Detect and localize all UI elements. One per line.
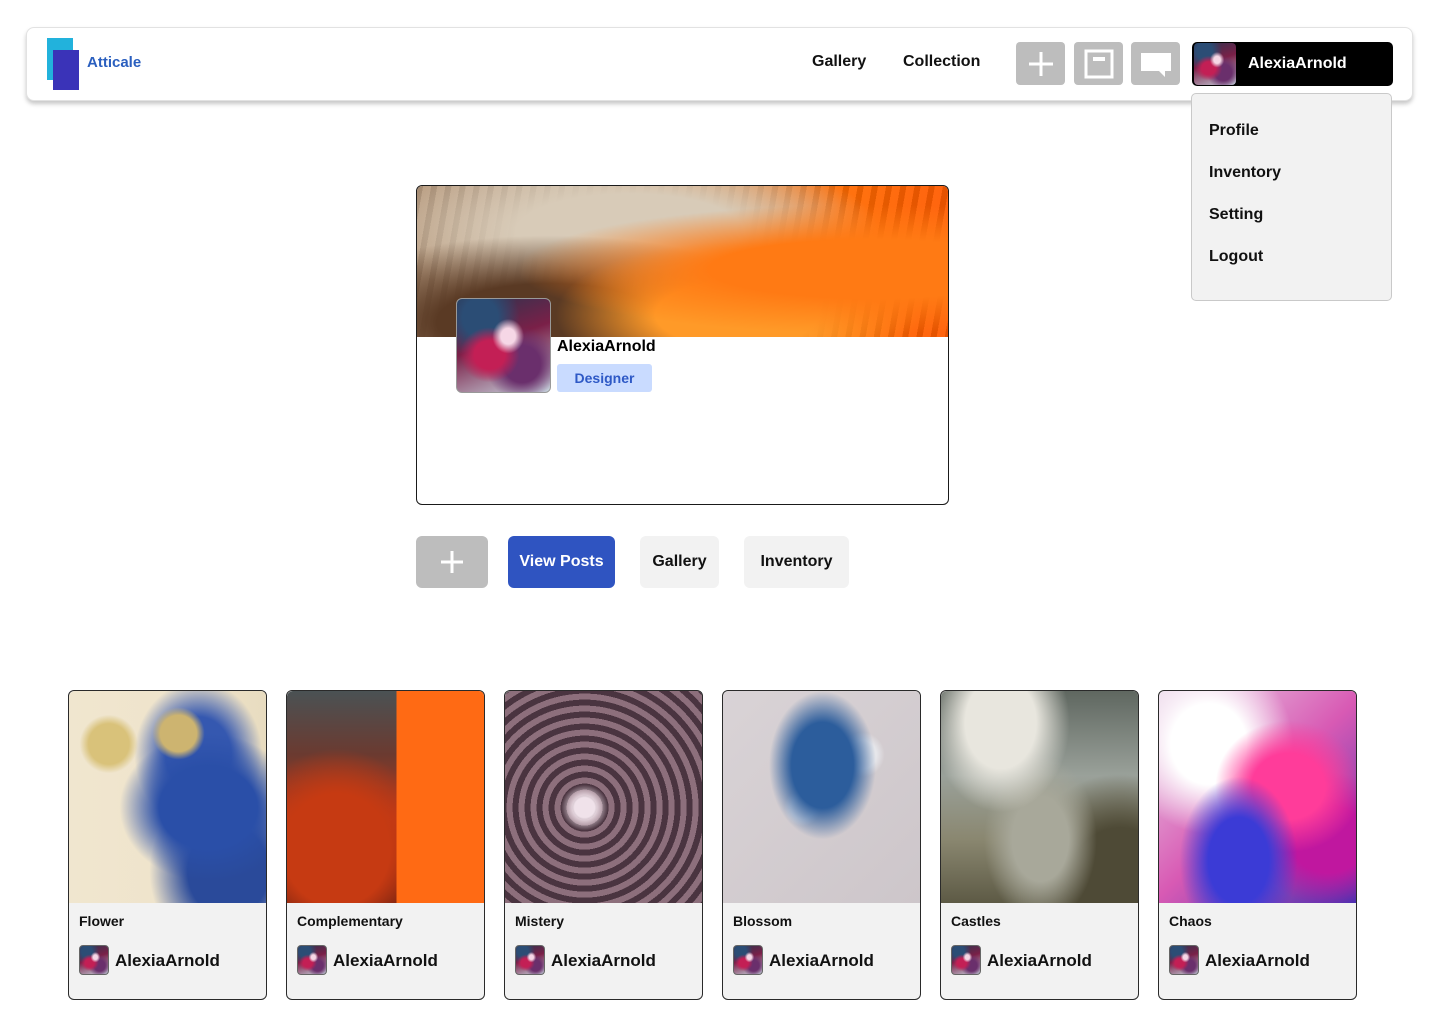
menu-item-setting[interactable]: Setting (1209, 206, 1263, 224)
atticale-logo-icon[interactable] (47, 38, 81, 91)
menu-item-logout[interactable]: Logout (1209, 248, 1263, 266)
post-image (941, 691, 1138, 903)
avatar (1194, 43, 1236, 85)
frame-button[interactable] (1074, 42, 1123, 85)
user-dropdown-menu: Profile Inventory Setting Logout (1191, 93, 1392, 301)
view-posts-button[interactable]: View Posts (508, 536, 615, 588)
plus-icon (441, 551, 463, 573)
post-card[interactable]: Chaos AlexiaArnold (1158, 690, 1357, 1000)
author-avatar (951, 945, 981, 975)
post-author: AlexiaArnold (551, 951, 656, 970)
post-card[interactable]: Mistery AlexiaArnold (504, 690, 703, 1000)
post-title: Complementary (297, 913, 403, 929)
post-image (1159, 691, 1356, 903)
inventory-tab-button[interactable]: Inventory (744, 536, 849, 588)
post-card[interactable]: Castles AlexiaArnold (940, 690, 1139, 1000)
author-avatar (79, 945, 109, 975)
author-avatar (1169, 945, 1199, 975)
post-card[interactable]: Complementary AlexiaArnold (286, 690, 485, 1000)
profile-name: AlexiaArnold (557, 338, 656, 355)
add-button[interactable] (416, 536, 488, 588)
messages-button[interactable] (1131, 42, 1180, 85)
user-name: AlexiaArnold (1248, 55, 1347, 72)
post-image (69, 691, 266, 903)
post-card[interactable]: Flower AlexiaArnold (68, 690, 267, 1000)
profile-card: AlexiaArnold Designer (416, 185, 949, 505)
chat-icon (1140, 52, 1171, 77)
frame-icon (1084, 49, 1113, 78)
post-title: Mistery (515, 913, 565, 929)
post-title: Blossom (733, 913, 793, 929)
post-author: AlexiaArnold (1205, 951, 1310, 970)
post-image (287, 691, 484, 903)
post-image (505, 691, 702, 903)
post-title: Flower (79, 913, 125, 929)
menu-item-inventory[interactable]: Inventory (1209, 164, 1281, 182)
user-menu-button[interactable]: AlexiaArnold (1192, 42, 1393, 86)
gallery-tab-button[interactable]: Gallery (640, 536, 719, 588)
top-navbar: Atticale Gallery Collection AlexiaArnold (26, 27, 1413, 101)
nav-collection-link[interactable]: Collection (903, 53, 980, 71)
post-title: Chaos (1169, 913, 1212, 929)
author-avatar (515, 945, 545, 975)
plus-icon (1028, 51, 1053, 76)
author-avatar (297, 945, 327, 975)
post-image (723, 691, 920, 903)
post-author: AlexiaArnold (987, 951, 1092, 970)
profile-avatar[interactable] (456, 298, 551, 393)
post-title: Castles (951, 913, 1001, 929)
post-author: AlexiaArnold (115, 951, 220, 970)
menu-item-profile[interactable]: Profile (1209, 122, 1259, 140)
post-author: AlexiaArnold (333, 951, 438, 970)
nav-gallery-link[interactable]: Gallery (812, 53, 866, 71)
post-card[interactable]: Blossom AlexiaArnold (722, 690, 921, 1000)
brand-name[interactable]: Atticale (87, 54, 141, 71)
author-avatar (733, 945, 763, 975)
role-badge: Designer (557, 364, 652, 392)
add-post-button[interactable] (1016, 42, 1065, 85)
post-author: AlexiaArnold (769, 951, 874, 970)
